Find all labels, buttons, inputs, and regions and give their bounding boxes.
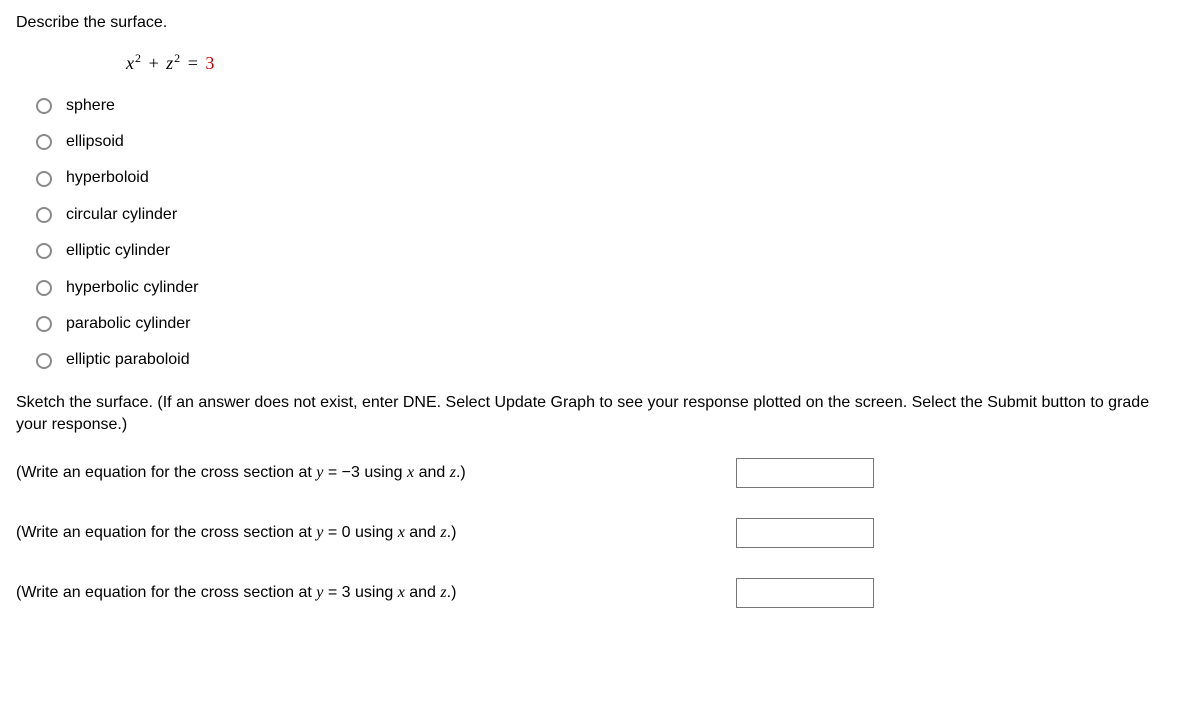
option-label[interactable]: hyperboloid <box>66 167 149 189</box>
cross-section-label: (Write an equation for the cross section… <box>16 582 736 604</box>
option-label[interactable]: ellipsoid <box>66 131 124 153</box>
option-row[interactable]: ellipsoid <box>36 131 1167 153</box>
radio-icon[interactable] <box>36 316 52 332</box>
cs-text: = 0 using <box>323 524 397 541</box>
option-label[interactable]: hyperbolic cylinder <box>66 277 199 299</box>
cross-section-row: (Write an equation for the cross section… <box>16 458 1167 488</box>
option-row[interactable]: elliptic paraboloid <box>36 349 1167 371</box>
equation-display: x2 + z2 = 3 <box>126 50 1167 76</box>
option-label[interactable]: elliptic paraboloid <box>66 349 190 371</box>
radio-icon[interactable] <box>36 171 52 187</box>
cs-text: .) <box>447 584 457 601</box>
cross-section-input-3[interactable] <box>736 578 874 608</box>
cs-text: and <box>414 464 450 481</box>
cs-var: x <box>398 524 405 541</box>
cs-text: .) <box>456 464 466 481</box>
cross-section-row: (Write an equation for the cross section… <box>16 518 1167 548</box>
option-row[interactable]: hyperboloid <box>36 167 1167 189</box>
cs-text: and <box>405 584 441 601</box>
radio-icon[interactable] <box>36 280 52 296</box>
option-label[interactable]: parabolic cylinder <box>66 313 191 335</box>
cs-text: = −3 using <box>323 464 407 481</box>
option-row[interactable]: circular cylinder <box>36 204 1167 226</box>
radio-icon[interactable] <box>36 353 52 369</box>
option-row[interactable]: sphere <box>36 95 1167 117</box>
equation-rhs: 3 <box>205 53 215 73</box>
option-row[interactable]: hyperbolic cylinder <box>36 277 1167 299</box>
sketch-instruction: Sketch the surface. (If an answer does n… <box>16 392 1156 437</box>
radio-icon[interactable] <box>36 243 52 259</box>
radio-icon[interactable] <box>36 134 52 150</box>
cs-text: and <box>405 524 441 541</box>
option-label[interactable]: sphere <box>66 95 115 117</box>
option-label[interactable]: elliptic cylinder <box>66 240 170 262</box>
question-prompt: Describe the surface. <box>16 12 1167 34</box>
cs-text: = 3 using <box>323 584 397 601</box>
radio-icon[interactable] <box>36 98 52 114</box>
cross-section-label: (Write an equation for the cross section… <box>16 462 736 484</box>
cross-section-row: (Write an equation for the cross section… <box>16 578 1167 608</box>
cross-section-label: (Write an equation for the cross section… <box>16 522 736 544</box>
cs-text: (Write an equation for the cross section… <box>16 464 316 481</box>
option-row[interactable]: parabolic cylinder <box>36 313 1167 335</box>
radio-icon[interactable] <box>36 207 52 223</box>
cross-section-input-2[interactable] <box>736 518 874 548</box>
cs-text: (Write an equation for the cross section… <box>16 584 316 601</box>
cross-section-input-1[interactable] <box>736 458 874 488</box>
option-row[interactable]: elliptic cylinder <box>36 240 1167 262</box>
option-label[interactable]: circular cylinder <box>66 204 177 226</box>
cs-var: x <box>398 584 405 601</box>
options-group: sphere ellipsoid hyperboloid circular cy… <box>36 95 1167 372</box>
cs-text: (Write an equation for the cross section… <box>16 524 316 541</box>
equation-lhs: x2 + z2 = <box>126 53 205 73</box>
cs-text: .) <box>447 524 457 541</box>
